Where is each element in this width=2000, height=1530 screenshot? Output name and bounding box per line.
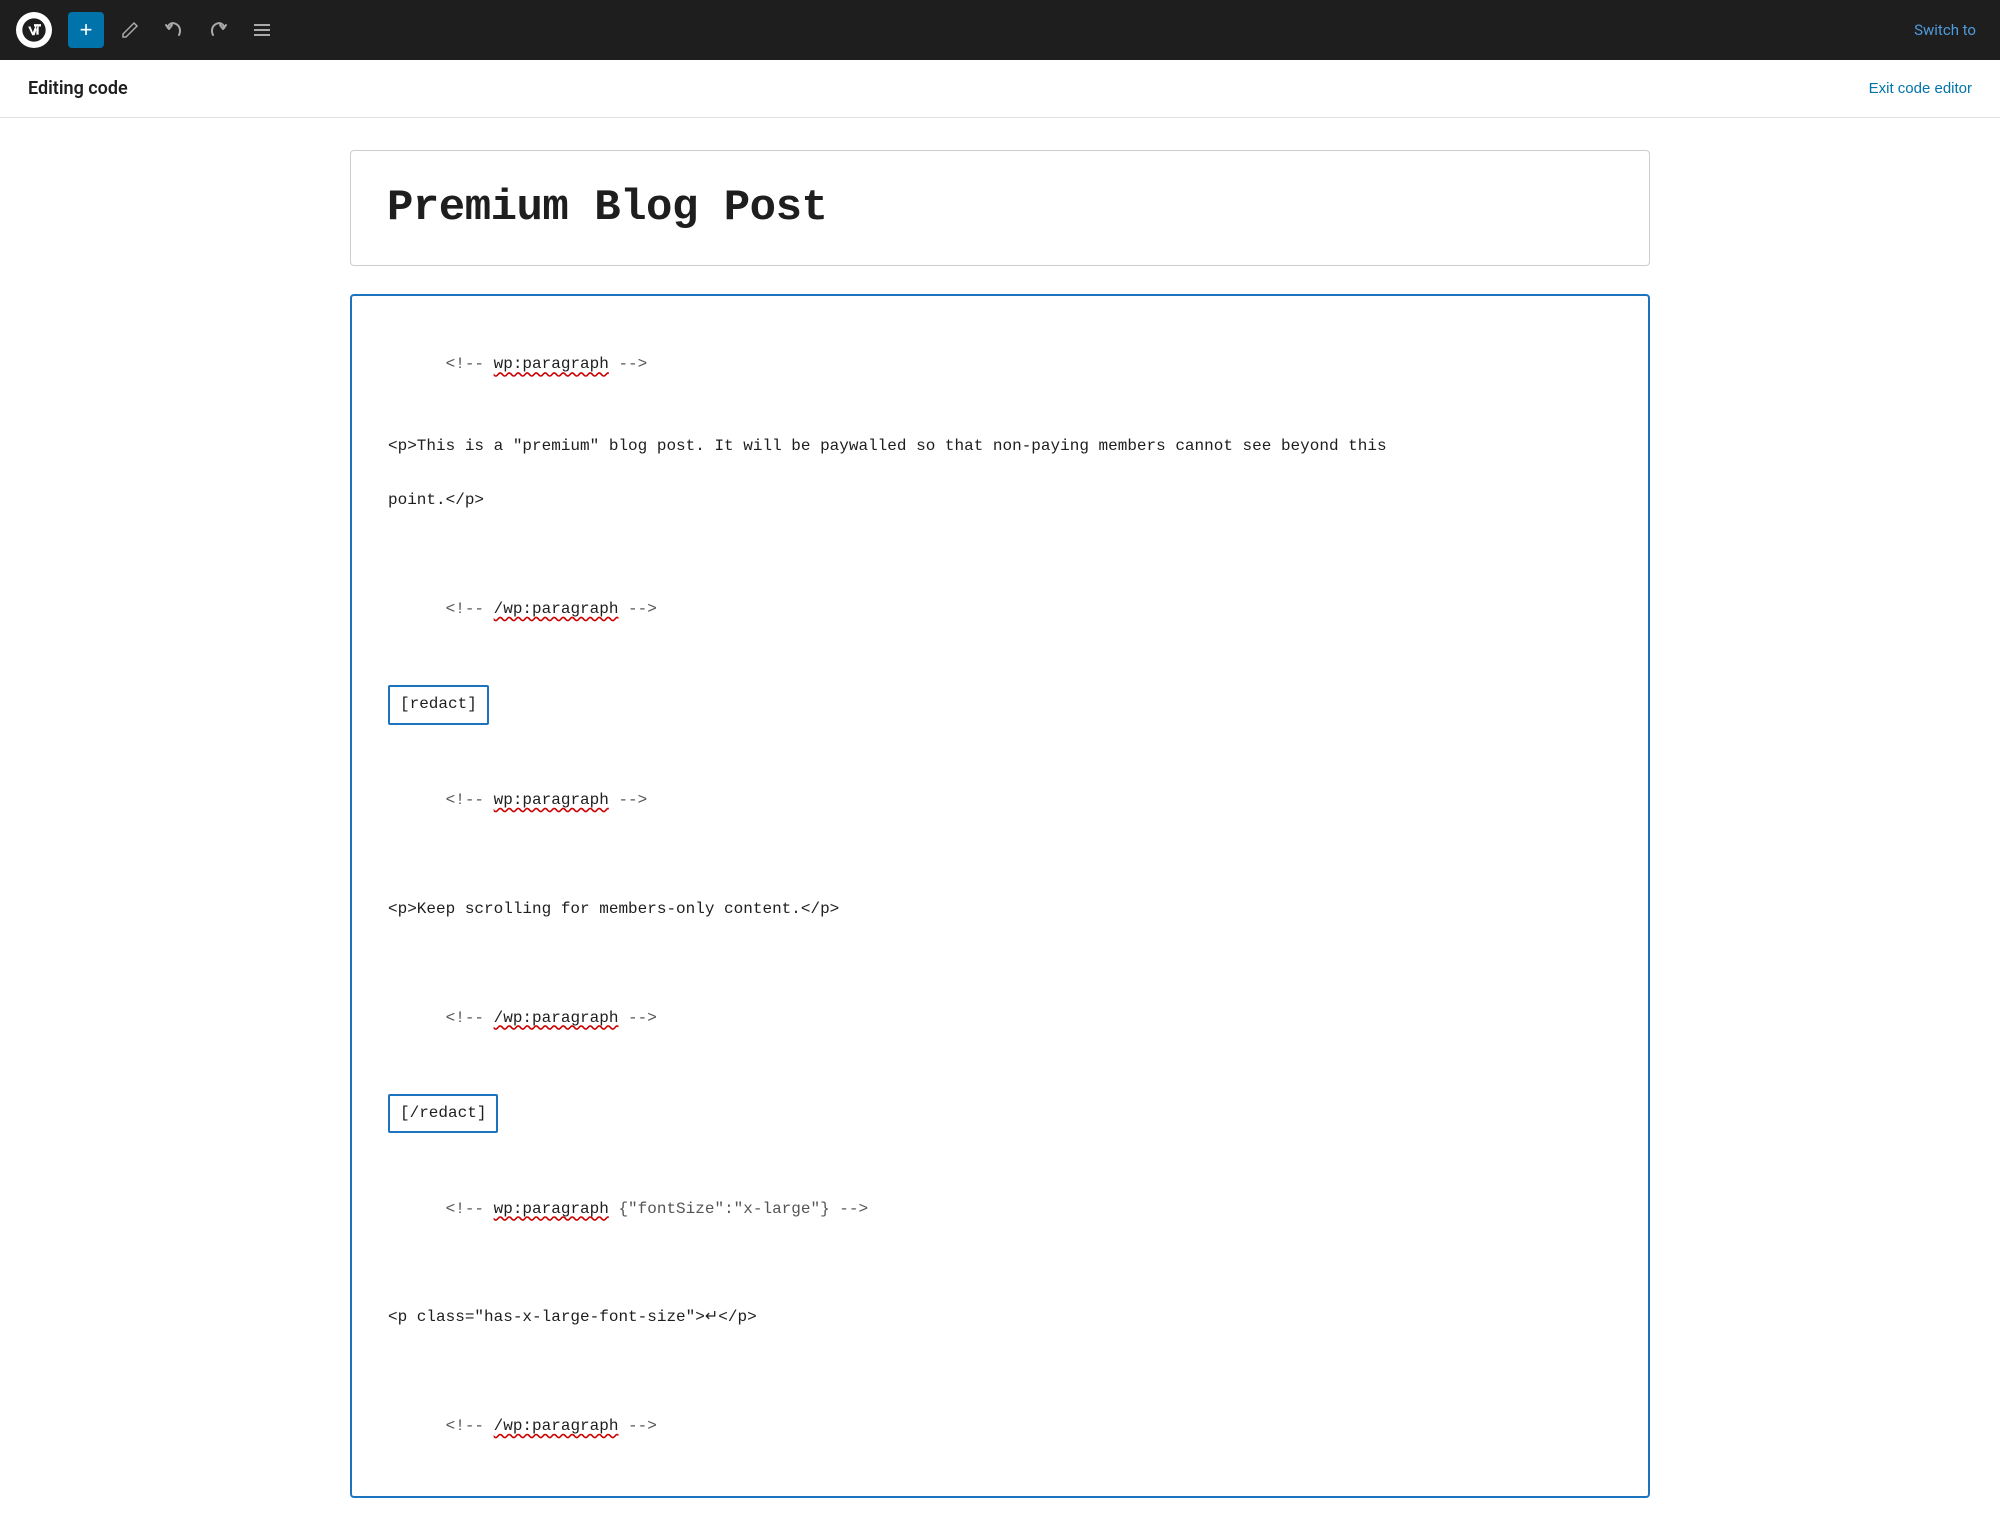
exit-code-editor-button[interactable]: Exit code editor bbox=[1869, 80, 1972, 97]
code-editor[interactable]: <!-- wp:paragraph --> <p>This is a "prem… bbox=[350, 294, 1650, 1498]
wp-logo bbox=[16, 12, 52, 48]
redo-button[interactable] bbox=[200, 12, 236, 48]
code-line: <p class="has-x-large-font-size">↵</p> bbox=[388, 1304, 1612, 1331]
code-line: <p>This is a "premium" blog post. It wil… bbox=[388, 433, 1612, 460]
code-line: <!-- wp:paragraph --> bbox=[388, 760, 1612, 842]
title-box: Premium Blog Post bbox=[350, 150, 1650, 266]
code-line: <!-- /wp:paragraph --> bbox=[388, 569, 1612, 651]
code-line: <!-- wp:paragraph {"fontSize":"x-large"}… bbox=[388, 1168, 1612, 1250]
add-block-button[interactable]: + bbox=[68, 12, 104, 48]
shortcode-redact-open: [redact] bbox=[388, 685, 489, 724]
pencil-button[interactable] bbox=[112, 12, 148, 48]
undo-button[interactable] bbox=[156, 12, 192, 48]
post-title: Premium Blog Post bbox=[387, 183, 1613, 233]
pencil-icon bbox=[121, 21, 139, 39]
list-view-button[interactable] bbox=[244, 12, 280, 48]
sub-header: Editing code Exit code editor bbox=[0, 60, 2000, 118]
code-line: <!-- /wp:paragraph --> bbox=[388, 1386, 1612, 1468]
code-line: <!-- /wp:paragraph --> bbox=[388, 977, 1612, 1059]
undo-icon bbox=[164, 20, 184, 40]
switch-link[interactable]: Switch to bbox=[1914, 21, 1984, 39]
editing-code-label: Editing code bbox=[28, 78, 128, 99]
main-content: Premium Blog Post <!-- wp:paragraph --> … bbox=[0, 118, 2000, 1530]
code-line: point.</p> bbox=[388, 487, 1612, 514]
list-icon bbox=[252, 22, 272, 38]
code-line: <!-- wp:paragraph --> bbox=[388, 324, 1612, 406]
code-line: <p>Keep scrolling for members-only conte… bbox=[388, 896, 1612, 923]
shortcode-redact-close: [/redact] bbox=[388, 1094, 498, 1133]
redo-icon bbox=[208, 20, 228, 40]
main-toolbar: + Switch to bbox=[0, 0, 2000, 60]
